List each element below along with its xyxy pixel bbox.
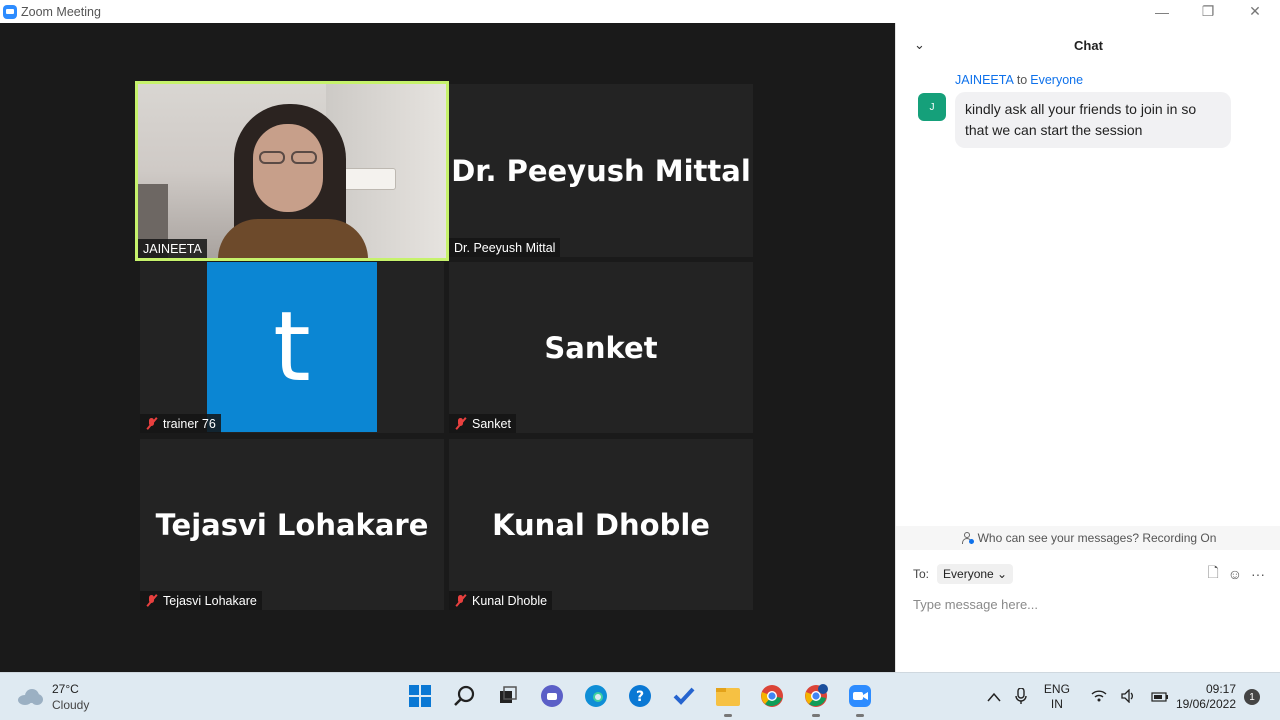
battery-icon[interactable]: [1151, 689, 1169, 705]
chat-title: Chat: [1074, 38, 1103, 53]
wifi-icon[interactable]: [1091, 689, 1107, 705]
participant-label: trainer 76: [140, 414, 221, 433]
participant-display-name: Dr. Peeyush Mittal: [451, 153, 751, 188]
chrome-icon[interactable]: [756, 679, 788, 713]
participant-display-name: Sanket: [544, 330, 658, 365]
chat-app-icon[interactable]: [536, 679, 568, 713]
participant-tile-peeyush[interactable]: Dr. Peeyush Mittal Dr. Peeyush Mittal: [449, 84, 753, 257]
message-meta: JAINEETA to Everyone: [955, 73, 1083, 87]
restore-button[interactable]: ❐: [1185, 0, 1231, 23]
emoji-icon[interactable]: ☺: [1228, 566, 1242, 582]
participant-label: Dr. Peeyush Mittal: [449, 238, 561, 257]
participant-label: Sanket: [449, 414, 516, 433]
help-icon[interactable]: ?: [624, 679, 656, 713]
weather-condition: Cloudy: [52, 698, 90, 712]
weather-temperature: 27°C: [52, 682, 79, 696]
chat-panel: ⌄ Chat JAINEETA to Everyone J kindly ask a…: [895, 23, 1280, 672]
title-bar: Zoom Meeting — ❐ ✕: [0, 0, 1280, 23]
participant-tile-jaineeta[interactable]: JAINEETA: [135, 81, 449, 261]
close-button[interactable]: ✕: [1232, 0, 1278, 23]
recipient-row: To: Everyone ⌄ 🗋 ☺ ···: [913, 563, 1265, 585]
message-visibility-notice[interactable]: Who can see your messages? Recording On: [896, 526, 1280, 550]
volume-icon[interactable]: [1121, 687, 1137, 706]
meeting-gallery: JAINEETA Dr. Peeyush Mittal Dr. Peeyush …: [0, 23, 895, 672]
edge-icon[interactable]: [580, 679, 612, 713]
chevron-up-icon[interactable]: [987, 689, 1001, 705]
participant-video: [138, 84, 446, 258]
chat-message-bubble: kindly ask all your friends to join in s…: [955, 92, 1231, 148]
person-visibility-icon: [961, 532, 974, 544]
message-recipient[interactable]: Everyone: [1030, 73, 1083, 87]
notification-badge[interactable]: 1: [1244, 689, 1260, 705]
chrome-profile-icon[interactable]: [800, 679, 832, 717]
muted-mic-icon: [454, 594, 467, 607]
more-icon[interactable]: ···: [1251, 566, 1265, 582]
participant-display-name: Kunal Dhoble: [492, 507, 710, 542]
language-indicator[interactable]: ENG IN: [1044, 682, 1070, 712]
microphone-icon[interactable]: [1015, 686, 1027, 707]
avatar: J: [918, 93, 946, 121]
zoom-icon[interactable]: [844, 679, 876, 717]
participant-label: Kunal Dhoble: [449, 591, 553, 610]
window-title: Zoom Meeting: [21, 4, 101, 19]
to-label: To:: [913, 567, 930, 581]
participant-avatar: t: [207, 262, 377, 432]
participant-tile-tejasvi[interactable]: Tejasvi Lohakare Tejasvi Lohakare: [140, 439, 444, 610]
todo-icon[interactable]: [668, 679, 700, 713]
muted-mic-icon: [145, 594, 158, 607]
file-explorer-icon[interactable]: [712, 679, 744, 717]
participant-display-name: Tejasvi Lohakare: [155, 507, 429, 542]
search-icon[interactable]: [448, 679, 480, 713]
clock-date: 19/06/2022: [1175, 697, 1236, 711]
zoom-window: Zoom Meeting — ❐ ✕ JAINEETA Dr. Peeyush …: [0, 0, 1280, 720]
system-tray: ENG IN 09:17 19/06/2022 1: [980, 673, 1280, 720]
muted-mic-icon: [454, 417, 467, 430]
taskbar-apps: ?: [404, 679, 876, 717]
taskbar: 27°C Cloudy ? ENG IN 09:17 19/06/2022 1: [0, 672, 1280, 720]
file-icon[interactable]: 🗋: [1207, 562, 1218, 586]
participant-tile-trainer[interactable]: t trainer 76: [140, 262, 444, 433]
participant-label: Tejasvi Lohakare: [140, 591, 262, 610]
chat-message-input[interactable]: [913, 594, 1253, 614]
message-to-word: to: [1016, 73, 1028, 87]
task-view-icon[interactable]: [492, 679, 524, 713]
chat-tools: 🗋 ☺ ···: [1207, 563, 1265, 585]
chat-header: ⌄ Chat: [896, 23, 1280, 69]
participant-tile-sanket[interactable]: Sanket Sanket: [449, 262, 753, 433]
message-sender[interactable]: JAINEETA: [955, 73, 1014, 87]
muted-mic-icon: [145, 417, 158, 430]
weather-widget[interactable]: 27°C Cloudy: [18, 681, 89, 713]
start-icon[interactable]: [404, 679, 436, 713]
cloud-icon: [18, 689, 44, 705]
minimize-button[interactable]: —: [1139, 0, 1185, 23]
svg-text:?: ?: [636, 689, 644, 705]
wall-switch: [340, 168, 396, 190]
clock-time: 09:17: [1205, 682, 1236, 696]
zoom-app-icon: [3, 4, 17, 19]
recipient-dropdown[interactable]: Everyone ⌄: [937, 564, 1014, 584]
participant-tile-kunal[interactable]: Kunal Dhoble Kunal Dhoble: [449, 439, 753, 610]
clock[interactable]: 09:17 19/06/2022: [1176, 682, 1236, 712]
participant-label: JAINEETA: [138, 239, 207, 258]
